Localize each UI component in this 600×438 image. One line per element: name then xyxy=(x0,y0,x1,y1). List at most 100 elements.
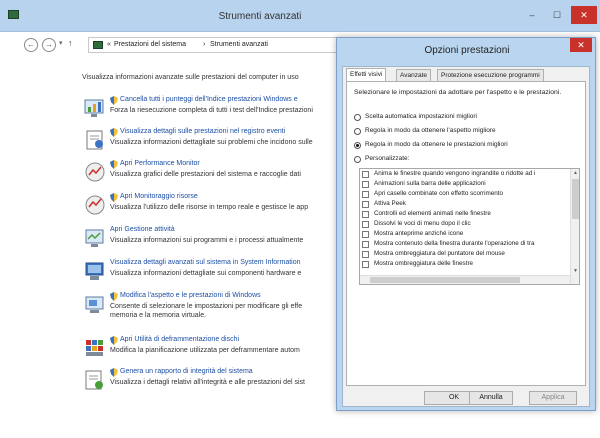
close-window-button[interactable]: ✕ xyxy=(571,6,597,24)
maximize-button[interactable]: ☐ xyxy=(546,6,568,24)
breadcrumb-prefix: « xyxy=(107,41,111,48)
tool-item: Modifica l'aspetto e le prestazioni di W… xyxy=(82,291,336,327)
adjust-appearance-performance-link[interactable]: Modifica l'aspetto e le prestazioni di W… xyxy=(120,292,261,299)
tab-visual-effects[interactable]: Effetti visivi xyxy=(346,68,387,81)
effect-label: Animazioni sulla barra delle applicazion… xyxy=(374,180,486,187)
address-bar[interactable]: « Prestazioni del sistema › Strumenti av… xyxy=(88,37,348,53)
performance-monitor-icon xyxy=(84,161,106,183)
tool-description: Visualizza informazioni dettagliate sui … xyxy=(110,139,313,146)
checkbox[interactable] xyxy=(362,231,369,238)
clear-index-scores-link[interactable]: Cancella tutti i punteggi dell'Indice pr… xyxy=(120,96,298,103)
effect-label: Mostra ombreggiatura delle finestre xyxy=(374,260,474,267)
effect-item[interactable]: Mostra contenuto della finestra durante … xyxy=(362,240,579,250)
effects-list[interactable]: Anima le finestre quando vengono ingrand… xyxy=(359,168,580,285)
tab-advanced[interactable]: Avanzate xyxy=(396,69,431,81)
radio-option[interactable]: Personalizzate: xyxy=(354,155,574,165)
effect-item[interactable]: Animazioni sulla barra delle applicazion… xyxy=(362,180,579,190)
radio-option[interactable]: Regola in modo da ottenere le prestazion… xyxy=(354,141,574,151)
checkbox[interactable] xyxy=(362,211,369,218)
horizontal-scrollbar[interactable] xyxy=(360,275,570,284)
task-manager-icon xyxy=(84,227,106,249)
checkbox[interactable] xyxy=(362,251,369,258)
effect-item[interactable]: Dissolvi le voci di menu dopo il clic xyxy=(362,220,579,230)
visual-effects-panel: Selezionare le impostazioni da adottare … xyxy=(346,81,586,386)
scrollbar-thumb[interactable] xyxy=(572,179,579,219)
system-information-link[interactable]: Visualizza dettagli avanzati sul sistema… xyxy=(110,259,301,266)
effect-label: Controlli ed elementi animati nelle fine… xyxy=(374,210,491,217)
effect-label: Mostra anteprime anziché icone xyxy=(374,230,464,237)
open-defragmenter-link[interactable]: Apri Utilità di deframmentazione dischi xyxy=(120,336,239,343)
tab-data-execution-prevention[interactable]: Protezione esecuzione programmi xyxy=(437,69,544,81)
effect-item[interactable]: Attiva Peek xyxy=(362,200,579,210)
radio-option[interactable]: Scelta automatica impostazioni migliori xyxy=(354,113,574,123)
effect-item[interactable]: Apri caselle combinate con effetto scorr… xyxy=(362,190,579,200)
open-task-manager-link[interactable]: Apri Gestione attività xyxy=(110,226,175,233)
radio-button-selected[interactable] xyxy=(354,142,361,149)
checkbox[interactable] xyxy=(362,221,369,228)
vertical-scrollbar[interactable]: ▲ ▼ xyxy=(570,169,579,284)
tool-description: Modifica la pianificazione utilizzata pe… xyxy=(110,347,300,354)
tool-item: Apri Performance Monitor Visualizza graf… xyxy=(82,159,336,185)
control-panel-icon xyxy=(93,41,103,49)
effect-item[interactable]: Mostra ombreggiatura delle finestre xyxy=(362,260,579,270)
forward-button[interactable]: → xyxy=(42,38,56,52)
effect-item[interactable]: Anima le finestre quando vengono ingrand… xyxy=(362,170,579,180)
effect-label: Mostra ombreggiatura del puntatore del m… xyxy=(374,250,505,257)
visual-effects-icon xyxy=(84,293,106,315)
tool-item: Apri Gestione attività Visualizza inform… xyxy=(82,225,336,251)
intro-text: Visualizza informazioni avanzate sulle p… xyxy=(82,74,299,81)
dialog-close-button[interactable]: ✕ xyxy=(570,38,592,52)
recent-locations-button[interactable]: ▾ xyxy=(59,39,63,47)
breadcrumb-advanced-tools[interactable]: Strumenti avanzati xyxy=(210,41,268,48)
system-information-icon xyxy=(84,260,106,282)
tool-item: Visualizza dettagli sulle prestazioni ne… xyxy=(82,127,336,153)
effect-label: Attiva Peek xyxy=(374,200,406,207)
radio-option[interactable]: Regola in modo da ottenere l'aspetto mig… xyxy=(354,127,574,137)
cancel-button[interactable]: Annulla xyxy=(469,391,513,405)
radio-button[interactable] xyxy=(354,156,361,163)
radio-label: Personalizzate: xyxy=(365,155,410,162)
tool-description: Forza la riesecuzione completa di tutti … xyxy=(110,107,313,114)
radio-button[interactable] xyxy=(354,114,361,121)
tool-description: Visualizza informazioni sui programmi e … xyxy=(110,237,304,244)
tool-item: Genera un rapporto di integrità del sist… xyxy=(82,367,336,393)
effect-item[interactable]: Controlli ed elementi animati nelle fine… xyxy=(362,210,579,220)
dialog-body: Effetti visivi Avanzate Protezione esecu… xyxy=(342,66,590,407)
open-resource-monitor-link[interactable]: Apri Monitoraggio risorse xyxy=(120,193,198,200)
apply-button[interactable]: Applica xyxy=(529,391,577,405)
tool-description: Visualizza i dettagli relativi all'integ… xyxy=(110,379,305,386)
breadcrumb-performance[interactable]: Prestazioni del sistema xyxy=(114,41,186,48)
scrollbar-thumb[interactable] xyxy=(370,277,520,283)
generate-health-report-link[interactable]: Genera un rapporto di integrità del sist… xyxy=(120,368,253,375)
effect-item[interactable]: Mostra anteprime anziché icone xyxy=(362,230,579,240)
main-titlebar[interactable]: Strumenti avanzati – ☐ ✕ xyxy=(0,0,600,32)
tool-item: Apri Monitoraggio risorse Visualizza l'u… xyxy=(82,192,336,218)
tool-item: Apri Utilità di deframmentazione dischi … xyxy=(82,335,336,361)
resource-monitor-icon xyxy=(84,194,106,216)
checkbox[interactable] xyxy=(362,171,369,178)
tool-description-continued: memoria e la memoria virtuale. xyxy=(110,312,207,319)
checkbox[interactable] xyxy=(362,241,369,248)
effect-label: Dissolvi le voci di menu dopo il clic xyxy=(374,220,471,227)
tool-description: Visualizza l'utilizzo delle risorse in t… xyxy=(110,204,309,211)
checkbox[interactable] xyxy=(362,261,369,268)
radio-button[interactable] xyxy=(354,128,361,135)
checkbox[interactable] xyxy=(362,191,369,198)
open-performance-monitor-link[interactable]: Apri Performance Monitor xyxy=(120,160,200,167)
back-button[interactable]: ← xyxy=(24,38,38,52)
event-log-icon xyxy=(84,129,106,151)
effect-label: Apri caselle combinate con effetto scorr… xyxy=(374,190,504,197)
effect-item[interactable]: Mostra ombreggiatura del puntatore del m… xyxy=(362,250,579,260)
performance-options-dialog: Opzioni prestazioni ✕ Effetti visivi Ava… xyxy=(336,37,596,411)
tool-description: Visualizza informazioni dettagliate sui … xyxy=(110,270,302,277)
radio-label: Regola in modo da ottenere l'aspetto mig… xyxy=(365,127,496,134)
dialog-title: Opzioni prestazioni xyxy=(424,45,510,56)
scroll-up-arrow[interactable]: ▲ xyxy=(573,170,578,176)
performance-index-icon xyxy=(84,97,106,119)
scroll-down-arrow[interactable]: ▼ xyxy=(573,268,578,274)
checkbox[interactable] xyxy=(362,201,369,208)
event-log-details-link[interactable]: Visualizza dettagli sulle prestazioni ne… xyxy=(120,128,285,135)
minimize-button[interactable]: – xyxy=(521,6,543,24)
up-button[interactable]: ↑ xyxy=(68,38,73,48)
checkbox[interactable] xyxy=(362,181,369,188)
